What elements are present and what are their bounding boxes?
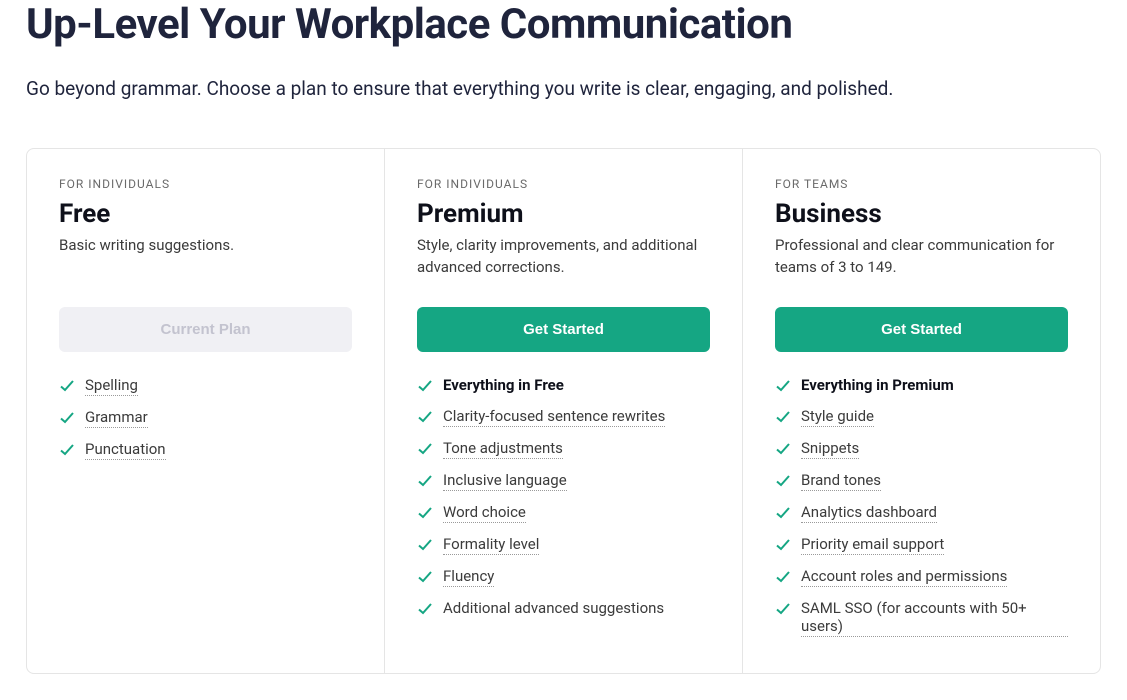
check-icon <box>59 442 75 458</box>
feature-label: Account roles and permissions <box>801 567 1007 587</box>
plan-name: Premium <box>417 199 710 229</box>
check-icon <box>775 601 791 617</box>
feature-item: Everything in Premium <box>775 376 1068 395</box>
check-icon <box>417 505 433 521</box>
feature-label: Fluency <box>443 567 494 587</box>
get-started-button[interactable]: Get Started <box>417 307 710 352</box>
check-icon <box>775 441 791 457</box>
plan-description: Basic writing suggestions. <box>59 235 352 279</box>
check-icon <box>417 378 433 394</box>
feature-item: Grammar <box>59 408 352 428</box>
plan-audience: FOR INDIVIDUALS <box>59 177 352 191</box>
feature-item: Clarity-focused sentence rewrites <box>417 407 710 427</box>
feature-label: Punctuation <box>85 440 166 460</box>
feature-item: Formality level <box>417 535 710 555</box>
check-icon <box>417 409 433 425</box>
feature-item: Punctuation <box>59 440 352 460</box>
check-icon <box>59 410 75 426</box>
feature-label: Word choice <box>443 503 526 523</box>
feature-label: Snippets <box>801 439 859 459</box>
check-icon <box>417 569 433 585</box>
feature-list: Everything in Premium Style guide Snippe… <box>775 376 1068 637</box>
check-icon <box>775 569 791 585</box>
feature-item: Account roles and permissions <box>775 567 1068 587</box>
feature-label: Inclusive language <box>443 471 567 491</box>
check-icon <box>775 473 791 489</box>
feature-label: Formality level <box>443 535 539 555</box>
feature-item: Brand tones <box>775 471 1068 491</box>
plans-grid: FOR INDIVIDUALS Free Basic writing sugge… <box>26 148 1101 674</box>
feature-label: Grammar <box>85 408 148 428</box>
feature-label: Additional advanced suggestions <box>443 599 664 618</box>
page-title: Up-Level Your Workplace Communication <box>26 0 1101 49</box>
feature-list: Everything in Free Clarity-focused sente… <box>417 376 710 618</box>
feature-label: Clarity-focused sentence rewrites <box>443 407 665 427</box>
feature-item: Inclusive language <box>417 471 710 491</box>
feature-label: Brand tones <box>801 471 881 491</box>
feature-label: Everything in Premium <box>801 376 954 395</box>
feature-label: Everything in Free <box>443 376 564 395</box>
current-plan-button: Current Plan <box>59 307 352 352</box>
feature-label: Style guide <box>801 407 874 427</box>
check-icon <box>417 601 433 617</box>
feature-label: Spelling <box>85 376 138 396</box>
check-icon <box>775 537 791 553</box>
feature-item: Additional advanced suggestions <box>417 599 710 618</box>
feature-item: Snippets <box>775 439 1068 459</box>
plan-description: Professional and clear communication for… <box>775 235 1068 279</box>
page-subtitle: Go beyond grammar. Choose a plan to ensu… <box>26 77 1101 100</box>
feature-label: Tone adjustments <box>443 439 563 459</box>
plan-description: Style, clarity improvements, and additio… <box>417 235 710 279</box>
feature-item: Priority email support <box>775 535 1068 555</box>
check-icon <box>417 473 433 489</box>
check-icon <box>417 441 433 457</box>
check-icon <box>775 378 791 394</box>
get-started-button[interactable]: Get Started <box>775 307 1068 352</box>
feature-item: Everything in Free <box>417 376 710 395</box>
check-icon <box>775 409 791 425</box>
plan-name: Free <box>59 199 352 229</box>
feature-item: Analytics dashboard <box>775 503 1068 523</box>
feature-item: Style guide <box>775 407 1068 427</box>
plan-audience: FOR INDIVIDUALS <box>417 177 710 191</box>
plan-name: Business <box>775 199 1068 229</box>
feature-item: Fluency <box>417 567 710 587</box>
plan-premium: FOR INDIVIDUALS Premium Style, clarity i… <box>385 149 743 673</box>
feature-label: Priority email support <box>801 535 944 555</box>
feature-list: Spelling Grammar Punctuation <box>59 376 352 460</box>
plan-audience: FOR TEAMS <box>775 177 1068 191</box>
feature-item: Tone adjustments <box>417 439 710 459</box>
feature-item: Spelling <box>59 376 352 396</box>
check-icon <box>775 505 791 521</box>
feature-item: Word choice <box>417 503 710 523</box>
feature-label: Analytics dashboard <box>801 503 937 523</box>
check-icon <box>417 537 433 553</box>
plan-business: FOR TEAMS Business Professional and clea… <box>743 149 1100 673</box>
plan-free: FOR INDIVIDUALS Free Basic writing sugge… <box>27 149 385 673</box>
check-icon <box>59 378 75 394</box>
